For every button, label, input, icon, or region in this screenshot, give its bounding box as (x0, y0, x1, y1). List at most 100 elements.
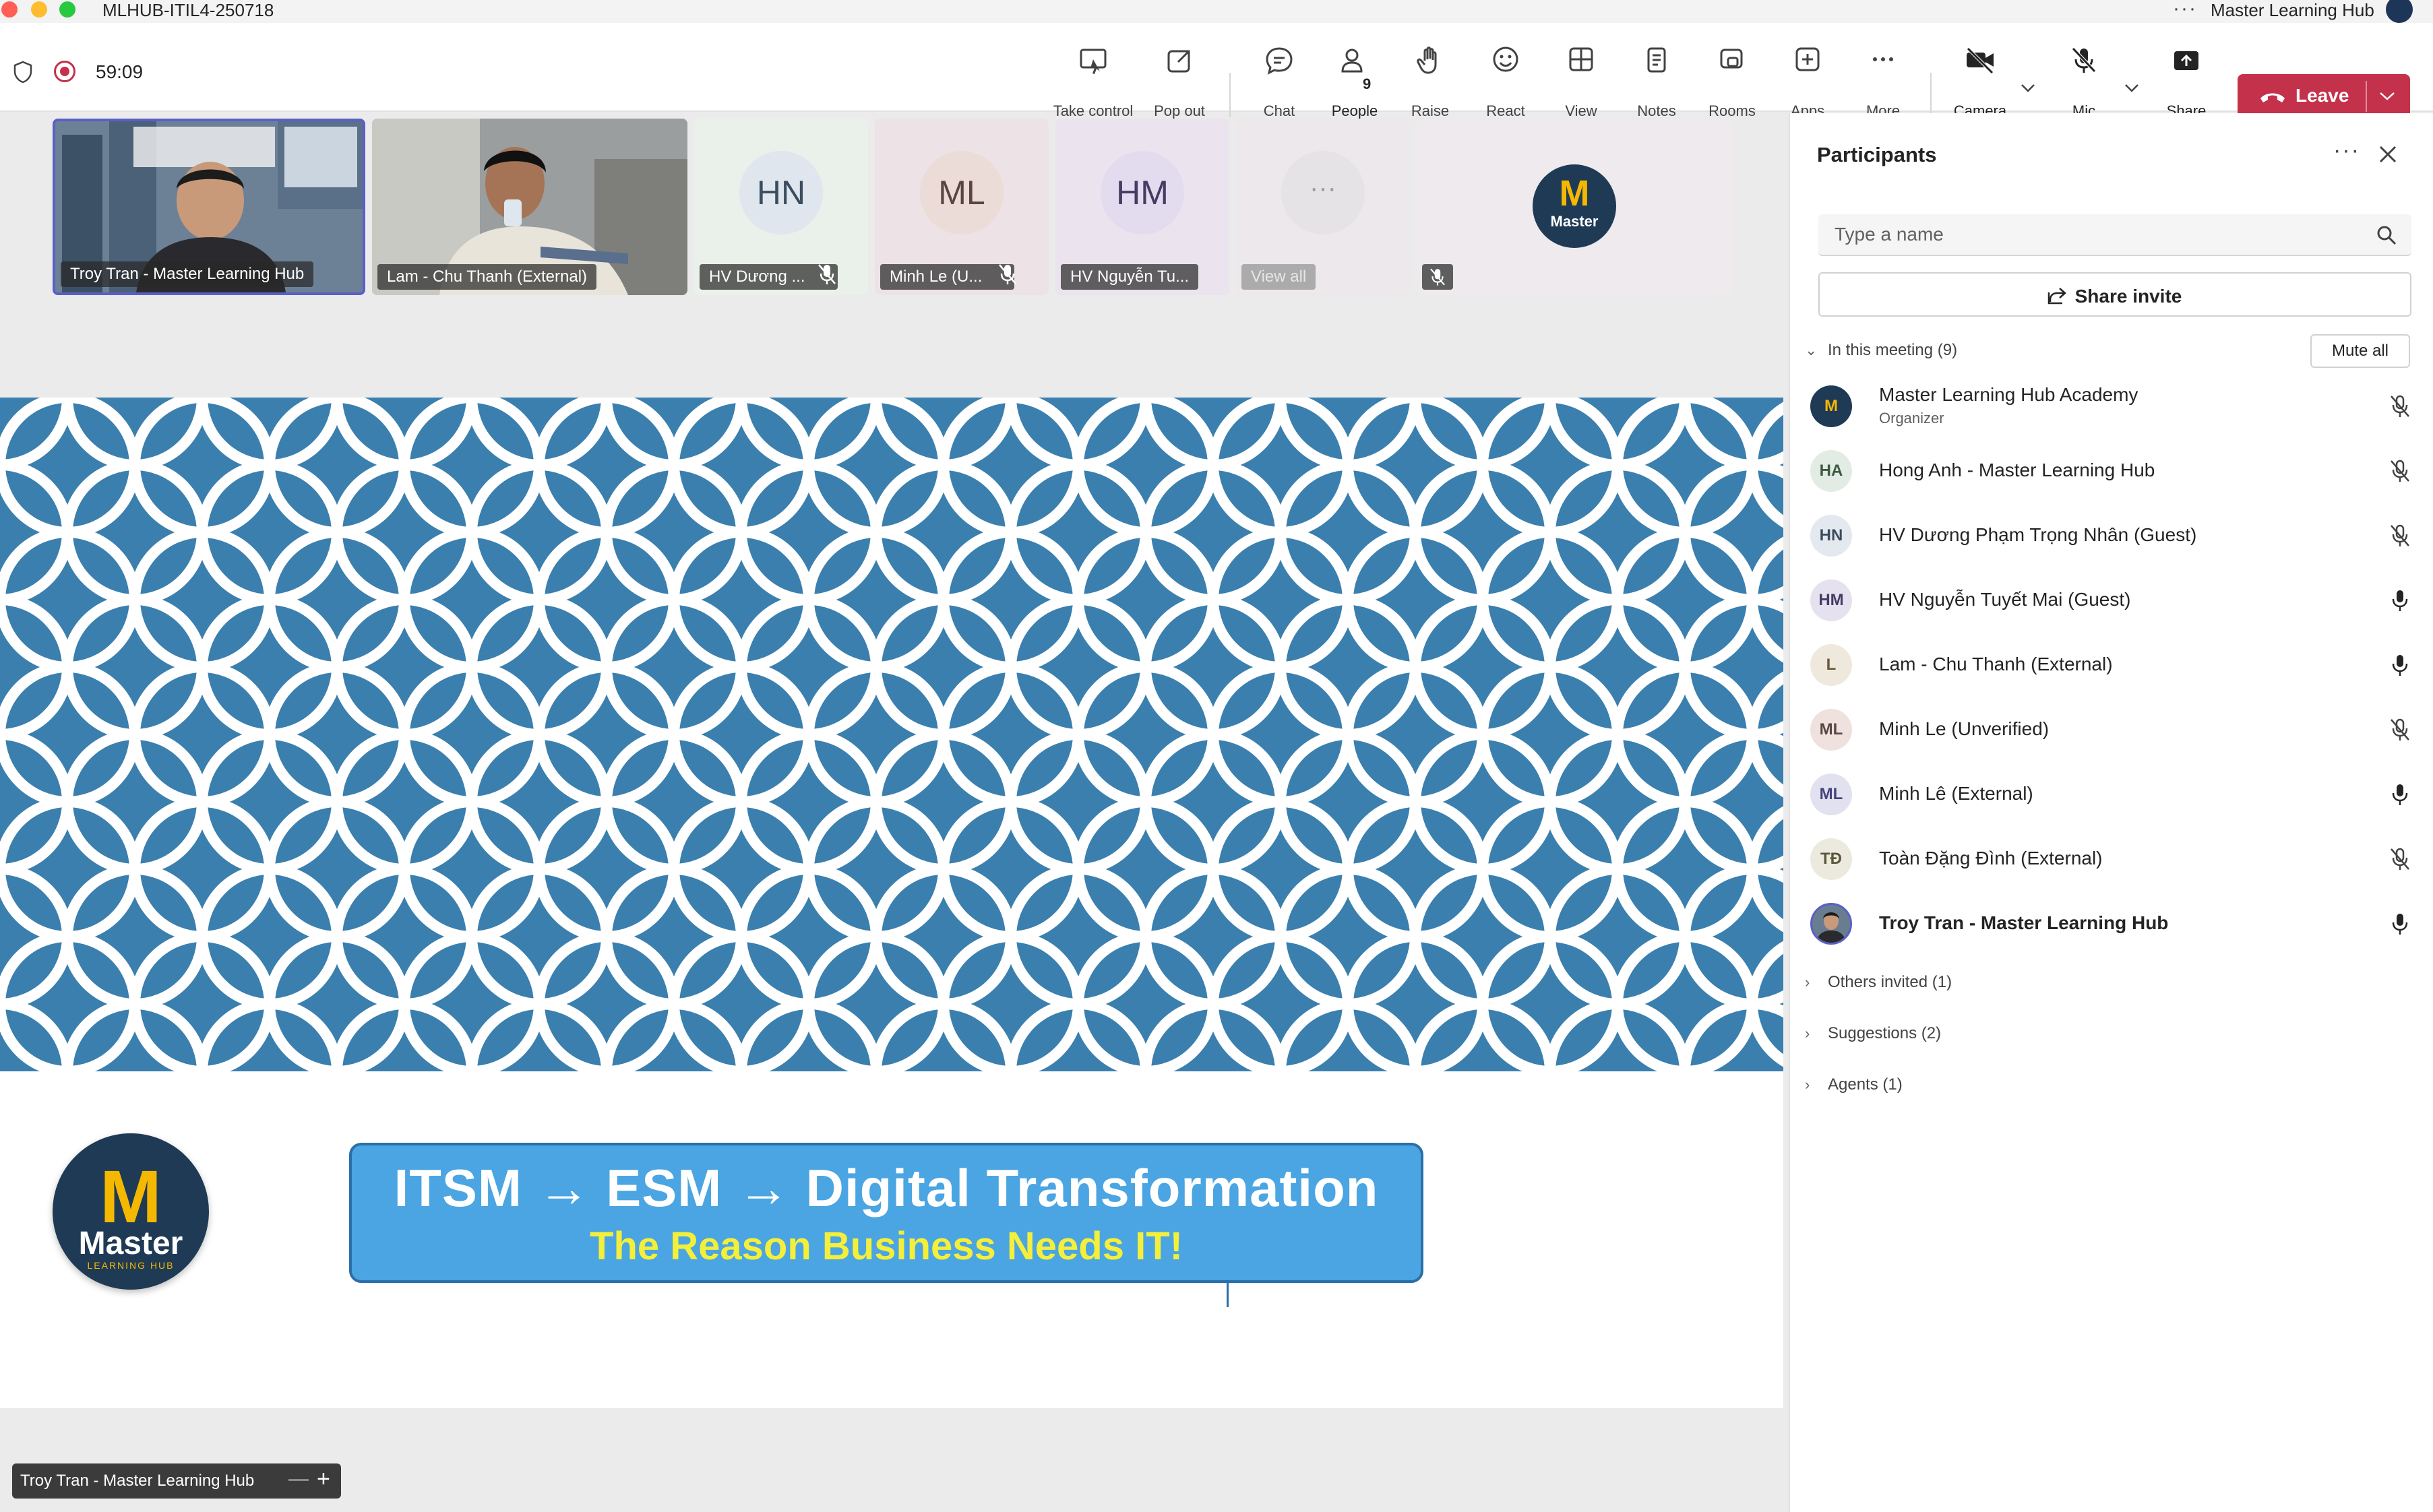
presenter-name-chip[interactable]: Troy Tran - Master Learning Hub — + (12, 1463, 341, 1499)
video-tile-lam[interactable]: Lam - Chu Thanh (External) (372, 119, 687, 295)
search-icon[interactable] (2376, 225, 2397, 245)
mic-off-icon[interactable] (2389, 523, 2411, 548)
view-button[interactable]: View (1541, 44, 1622, 119)
mute-all-button[interactable]: Mute all (2310, 334, 2410, 368)
raise-hand-button[interactable]: Raise (1390, 44, 1471, 119)
take-control-button[interactable]: Take control (1053, 44, 1134, 119)
tile-name-label: Troy Tran - Master Learning Hub (61, 261, 314, 287)
mic-off-icon (999, 264, 1016, 284)
participant-row[interactable]: HM HV Nguyễn Tuyết Mai (Guest) (1810, 570, 2417, 631)
participant-row[interactable]: ML Minh Le (Unverified) (1810, 699, 2417, 760)
share-button[interactable]: Share (2146, 44, 2227, 119)
recording-icon (54, 61, 75, 82)
mic-on-icon[interactable] (2389, 588, 2411, 613)
participant-tile-master[interactable]: M Master (1417, 119, 1732, 295)
others-invited-toggle[interactable]: › Others invited (1) (1805, 973, 1952, 992)
participant-row[interactable]: HN HV Dương Phạm Trọng Nhân (Guest) (1810, 505, 2417, 566)
mic-on-icon[interactable] (2389, 911, 2411, 937)
chat-button[interactable]: Chat (1239, 44, 1320, 119)
camera-button[interactable]: Camera (1940, 44, 2021, 119)
participants-panel: Participants ··· Share invite ⌄ In this m… (1789, 113, 2433, 1512)
participant-row[interactable]: HA Hong Anh - Master Learning Hub (1810, 441, 2417, 501)
pop-out-button[interactable]: Pop out (1139, 44, 1220, 119)
more-button[interactable]: More (1843, 44, 1923, 119)
participant-tile-hm[interactable]: HM HV Nguyễn Tu... (1055, 119, 1229, 295)
toolbar-divider (1930, 73, 1932, 117)
video-tile-troy[interactable]: Troy Tran - Master Learning Hub (53, 119, 365, 295)
participant-name: HV Nguyễn Tuyết Mai (Guest) (1879, 589, 2131, 610)
agents-toggle[interactable]: › Agents (1) (1805, 1075, 1903, 1094)
slide-title: ITSM → ESM → Digital Transformation (394, 1158, 1379, 1218)
leave-divider (2366, 81, 2367, 112)
apps-button[interactable]: Apps (1767, 44, 1848, 119)
participant-row[interactable]: ML Minh Lê (External) (1810, 764, 2417, 825)
view-all-tile[interactable]: ··· View all (1236, 119, 1410, 295)
chevron-down-icon: ⌄ (1805, 342, 1818, 358)
mic-on-icon[interactable] (2389, 652, 2411, 678)
close-window-button[interactable] (1, 1, 18, 18)
presenter-name: Troy Tran - Master Learning Hub (20, 1472, 255, 1490)
zoom-out-button[interactable]: — (288, 1468, 309, 1490)
logo-word: Master (78, 1226, 183, 1261)
tile-name-label: Minh Le (U... (880, 264, 1015, 290)
suggestions-toggle[interactable]: › Suggestions (2) (1805, 1024, 1941, 1043)
chevron-right-icon: › (1805, 1076, 1810, 1093)
participant-row[interactable]: Troy Tran - Master Learning Hub (1810, 893, 2417, 954)
people-button[interactable]: People (1314, 44, 1395, 119)
leave-button[interactable]: Leave (2238, 74, 2410, 119)
avatar: ML (1810, 774, 1852, 815)
account-avatar[interactable] (2386, 0, 2413, 23)
more-icon (1873, 57, 1893, 61)
minimize-window-button[interactable] (31, 1, 47, 18)
close-icon[interactable] (2378, 144, 2398, 164)
chevron-down-icon[interactable] (2021, 84, 2035, 93)
leave-label: Leave (2296, 85, 2349, 106)
search-input[interactable] (1818, 214, 2371, 255)
participant-tile-ml[interactable]: ML Minh Le (U... (875, 119, 1049, 295)
panel-more-icon[interactable]: ··· (2333, 137, 2360, 164)
logo-m-mark: M (100, 1156, 162, 1238)
notes-icon (1647, 47, 1666, 73)
view-all-label: View all (1241, 264, 1316, 290)
participant-name: HV Dương Phạm Trọng Nhân (Guest) (1879, 524, 2197, 545)
mic-on-icon[interactable] (2389, 782, 2411, 807)
avatar: HM (1101, 151, 1184, 234)
react-button[interactable]: React (1465, 44, 1546, 119)
chevron-down-icon[interactable] (2124, 84, 2139, 93)
mic-off-icon[interactable] (2389, 717, 2411, 743)
shared-content-stage[interactable]: M Master LEARNING HUB ITSM → ESM → Digit… (0, 398, 1783, 1408)
rooms-label: Rooms (1708, 102, 1756, 119)
participant-row[interactable]: L Lam - Chu Thanh (External) (1810, 635, 2417, 695)
share-icon (2174, 51, 2198, 70)
master-logo: M Master (1533, 164, 1616, 248)
participant-row[interactable]: TĐ Toàn Đặng Đình (External) (1810, 829, 2417, 889)
avatar: L (1810, 644, 1852, 686)
rooms-button[interactable]: Rooms (1692, 44, 1773, 119)
slide-pattern-background (0, 398, 1783, 1071)
mic-off-icon[interactable] (2389, 393, 2411, 419)
zoom-in-button[interactable]: + (317, 1466, 330, 1492)
tile-name-label: HV Nguyễn Tu... (1061, 264, 1199, 290)
in-meeting-section-toggle[interactable]: ⌄ In this meeting (9) (1805, 341, 1957, 360)
notes-button[interactable]: Notes (1616, 44, 1697, 119)
notes-label: Notes (1637, 102, 1676, 119)
mic-button[interactable]: Mic (2043, 44, 2124, 119)
mic-off-icon[interactable] (2389, 846, 2411, 872)
logo-subtext: LEARNING HUB (87, 1260, 175, 1271)
participant-name: Hong Anh - Master Learning Hub (1879, 460, 2155, 480)
mic-off-icon[interactable] (2389, 458, 2411, 484)
apps-icon (1795, 47, 1820, 71)
share-invite-button[interactable]: Share invite (1818, 272, 2411, 317)
avatar: M (1810, 385, 1852, 427)
chevron-down-icon[interactable] (2379, 92, 2395, 101)
grid-icon (1569, 47, 1593, 71)
take-control-icon (1080, 49, 1107, 74)
toolbar-divider (1229, 73, 1231, 117)
raise-label: Raise (1411, 102, 1450, 119)
ellipsis-icon[interactable]: ··· (2173, 0, 2197, 20)
avatar: HM (1810, 579, 1852, 621)
zoom-window-button[interactable] (59, 1, 75, 18)
participant-tile-hn[interactable]: HN HV Dương ... (694, 119, 868, 295)
mic-off-badge (1422, 264, 1453, 290)
participant-row[interactable]: M Master Learning Hub Academy Organizer (1810, 376, 2417, 437)
